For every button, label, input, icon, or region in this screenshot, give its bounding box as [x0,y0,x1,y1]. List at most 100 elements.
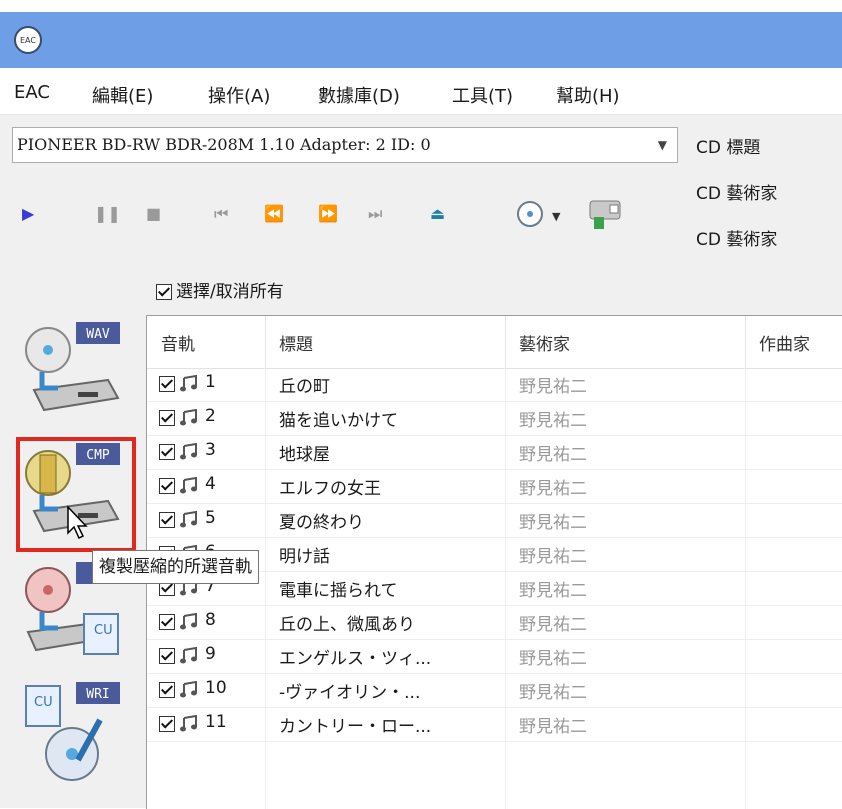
drive-select-value: PIONEER BD-RW BDR-208M 1.10 Adapter: 2 I… [17,135,431,154]
track-checkbox[interactable] [159,376,175,392]
rewind-icon[interactable]: ⏪ [264,204,284,224]
table-row[interactable]: 9 エンゲルス・ツィ... 野見祐二 [147,640,842,674]
track-number: 8 [205,610,216,630]
track-artist: 野見祐二 [519,445,587,465]
track-artist: 野見祐二 [519,717,587,737]
music-note-icon [180,443,197,460]
track-title: カントリー・ロー... [279,717,432,737]
music-note-icon [180,375,197,392]
track-number: 3 [205,440,216,460]
track-title: 猫を追いかけて [279,411,398,431]
wav-label: WAV [86,327,110,342]
track-number: 9 [205,644,216,664]
track-list-header: 音軌 標題 藝術家 作曲家 [147,316,842,369]
track-artist: 野見祐二 [519,547,587,567]
track-artist: 野見祐二 [519,615,587,635]
track-artist: 野見祐二 [519,581,587,601]
cd-dropdown-icon[interactable]: ▼ [552,207,560,227]
cd-disc-icon[interactable] [514,199,548,229]
table-row[interactable]: 5 夏の終わり 野見祐二 [147,504,842,538]
cd-artist-label-2: CD 藝術家 [696,230,778,250]
select-all-checkbox[interactable]: 選擇/取消所有 [156,277,284,302]
play-icon[interactable]: ▶ [22,204,34,224]
column-track[interactable]: 音軌 [161,330,195,355]
column-composer[interactable]: 作曲家 [759,330,810,355]
track-title: 丘の町 [279,377,330,397]
table-row[interactable]: 2 猫を追いかけて 野見祐二 [147,402,842,436]
tooltip: 複製壓縮的所選音軌 [92,550,259,584]
track-number: 4 [205,474,216,494]
music-note-icon [180,613,197,630]
title-bar [0,12,842,68]
next-track-icon[interactable]: ⏭ [368,204,382,224]
track-title: 丘の上、微風あり [279,615,415,635]
music-note-icon [180,647,197,664]
table-row[interactable]: 4 エルフの女王 野見祐二 [147,470,842,504]
track-artist: 野見祐二 [519,479,587,499]
track-number: 11 [205,712,227,732]
freedb-icon[interactable] [584,193,630,233]
checkbox-checked-icon[interactable] [156,284,172,300]
track-checkbox[interactable] [159,478,175,494]
track-number: 1 [205,372,216,392]
music-note-icon [180,409,197,426]
menu-eac[interactable]: EAC [14,82,50,103]
cd-artist-label: CD 藝術家 [696,184,778,204]
eject-icon[interactable]: ⏏ [430,204,445,224]
track-artist: 野見祐二 [519,377,587,397]
track-checkbox[interactable] [159,512,175,528]
table-row[interactable]: 8 丘の上、微風あり 野見祐二 [147,606,842,640]
mouse-cursor-icon [67,505,88,540]
table-row[interactable]: 1 丘の町 野見祐二 [147,368,842,402]
music-note-icon [180,715,197,732]
menu-edit[interactable]: 編輯(E) [92,82,153,108]
music-note-icon [180,477,197,494]
track-title: 明け話 [279,547,330,567]
write-cd-button[interactable]: CU WRI [18,680,126,786]
track-checkbox[interactable] [159,648,175,664]
track-title: 電車に揺られて [279,581,398,601]
track-checkbox[interactable] [159,410,175,426]
cd-title-label: CD 標題 [696,138,761,158]
svg-text:CU: CU [94,623,113,638]
toolbar-area: PIONEER BD-RW BDR-208M 1.10 Adapter: 2 I… [0,115,842,315]
drive-select[interactable]: PIONEER BD-RW BDR-208M 1.10 Adapter: 2 I… [12,127,678,163]
column-title[interactable]: 標題 [279,330,313,355]
track-title: エルフの女王 [279,479,381,499]
wri-label: WRI [86,687,109,702]
table-row[interactable]: 10 -ヴァイオリン・... 野見祐二 [147,674,842,708]
table-row[interactable]: 11 カントリー・ロー... 野見祐二 [147,708,842,742]
menu-database[interactable]: 數據庫(D) [318,82,400,108]
stop-icon[interactable]: ■ [146,204,161,224]
track-artist: 野見祐二 [519,513,587,533]
menu-tools[interactable]: 工具(T) [452,82,513,108]
menu-action[interactable]: 操作(A) [208,82,270,108]
table-row[interactable]: 3 地球屋 野見祐二 [147,436,842,470]
fast-forward-icon[interactable]: ⏩ [318,204,338,224]
menu-help[interactable]: 幫助(H) [556,82,620,108]
track-number: 2 [205,406,216,426]
music-note-icon [180,511,197,528]
menu-bar: EAC 編輯(E) 操作(A) 數據庫(D) 工具(T) 幫助(H) [0,68,842,115]
track-title: 地球屋 [279,445,330,465]
track-title: エンゲルス・ツィ... [279,649,432,669]
music-note-icon [180,681,197,698]
track-title: 夏の終わり [279,513,364,533]
eac-app-icon[interactable]: EAC [14,26,42,54]
track-title: -ヴァイオリン・... [279,683,421,703]
track-artist: 野見祐二 [519,649,587,669]
track-checkbox[interactable] [159,682,175,698]
track-number: 10 [205,678,227,698]
screen-top-strip [0,0,842,12]
column-artist[interactable]: 藝術家 [519,330,570,355]
track-checkbox[interactable] [159,614,175,630]
track-artist: 野見祐二 [519,683,587,703]
copy-wav-button[interactable]: WAV [18,320,126,426]
pause-icon[interactable]: ❚❚ [94,204,121,224]
track-number: 5 [205,508,216,528]
track-checkbox[interactable] [159,444,175,460]
previous-track-icon[interactable]: ⏮ [214,204,228,224]
track-artist: 野見祐二 [519,411,587,431]
track-checkbox[interactable] [159,716,175,732]
chevron-down-icon[interactable]: ▼ [658,128,667,162]
